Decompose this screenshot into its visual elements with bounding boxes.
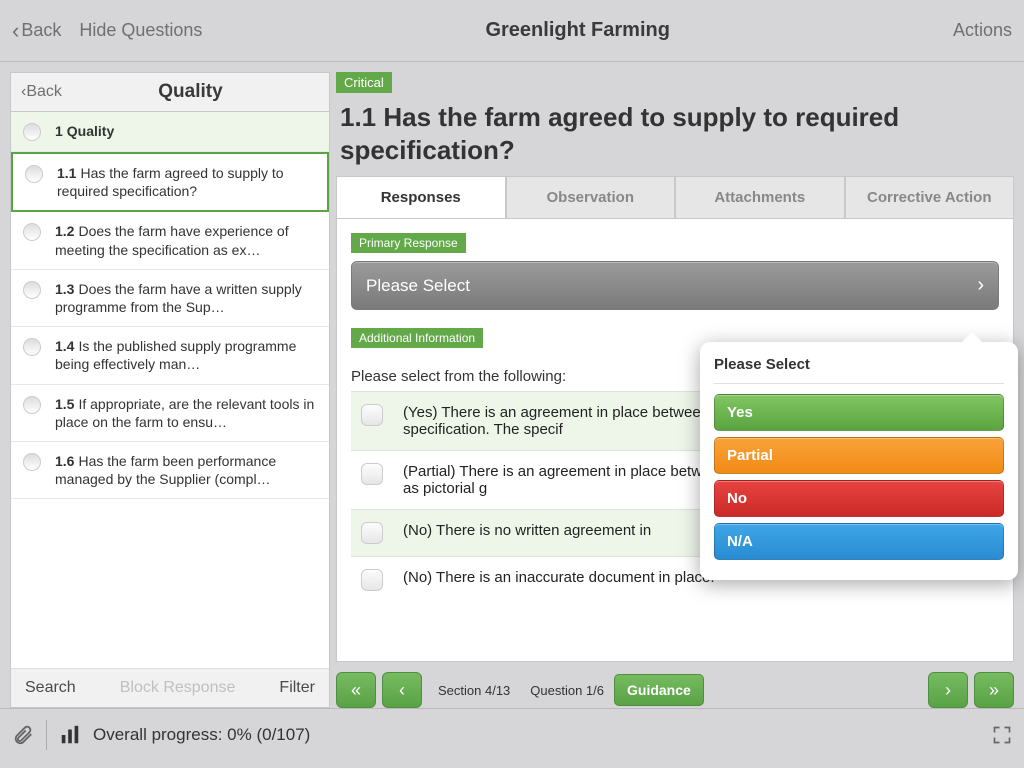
tab-responses[interactable]: Responses (336, 176, 506, 218)
double-chevron-left-icon: « (351, 680, 361, 701)
sidebar-block-button: Block Response (120, 679, 236, 697)
section-indicator: Section 4/13 (438, 683, 510, 698)
sidebar-item-1-3[interactable]: 1.3Does the farm have a written supply p… (11, 270, 329, 327)
popover-no-button[interactable]: No (714, 480, 1004, 517)
sidebar-header: ‹ Back Quality (11, 73, 329, 112)
popover-yes-button[interactable]: Yes (714, 394, 1004, 431)
additional-info-label: Additional Information (351, 328, 483, 348)
chevron-right-icon: › (977, 274, 984, 297)
radio-icon (23, 396, 41, 414)
checkbox-icon[interactable] (361, 522, 383, 544)
content-panel: Critical 1.1 Has the farm agreed to supp… (336, 72, 1014, 708)
chevron-left-icon: ‹ (12, 18, 19, 44)
radio-icon (23, 338, 41, 356)
expand-icon[interactable] (992, 725, 1012, 745)
actions-button[interactable]: Actions (953, 20, 1012, 41)
bottombar: Overall progress: 0% (0/107) (0, 708, 1024, 760)
divider (46, 720, 47, 750)
bottom-nav: « ‹ Section 4/13 Question 1/6 Guidance ›… (336, 662, 1014, 708)
popover-na-button[interactable]: N/A (714, 523, 1004, 560)
last-button[interactable]: » (974, 672, 1014, 708)
back-button[interactable]: ‹ Back (12, 18, 61, 44)
attachment-icon[interactable] (12, 724, 34, 746)
sidebar-footer: Search Block Response Filter (11, 668, 329, 707)
first-button[interactable]: « (336, 672, 376, 708)
critical-badge: Critical (336, 72, 392, 93)
radio-icon (23, 281, 41, 299)
sidebar-back-button[interactable]: ‹ Back (21, 83, 62, 101)
checkbox-icon[interactable] (361, 404, 383, 426)
page-title: Greenlight Farming (202, 19, 953, 42)
primary-response-label: Primary Response (351, 233, 466, 253)
tab-attachments[interactable]: Attachments (675, 176, 845, 218)
sidebar-filter-button[interactable]: Filter (279, 679, 315, 697)
chevron-left-icon: ‹ (399, 680, 405, 701)
tab-corrective-action[interactable]: Corrective Action (845, 176, 1015, 218)
double-chevron-right-icon: » (989, 680, 999, 701)
sidebar-item-1-4[interactable]: 1.4Is the published supply programme bei… (11, 327, 329, 384)
hide-questions-button[interactable]: Hide Questions (79, 20, 202, 41)
chart-icon[interactable] (59, 724, 81, 746)
prev-button[interactable]: ‹ (382, 672, 422, 708)
primary-response-select[interactable]: Please Select › (351, 261, 999, 310)
sidebar-item-1-6[interactable]: 1.6Has the farm been performance managed… (11, 442, 329, 499)
checkbox-icon[interactable] (361, 463, 383, 485)
chevron-right-icon: › (945, 680, 951, 701)
progress-text: Overall progress: 0% (0/107) (93, 725, 310, 745)
topbar: ‹ Back Hide Questions Greenlight Farming… (0, 0, 1024, 62)
sidebar-item-1-5[interactable]: 1.5If appropriate, are the relevant tool… (11, 385, 329, 442)
sidebar-back-label: Back (26, 83, 62, 101)
sidebar-title: Quality (62, 81, 319, 103)
guidance-button[interactable]: Guidance (614, 674, 704, 706)
question-indicator: Question 1/6 (530, 683, 604, 698)
sidebar-section[interactable]: 1Quality (11, 112, 329, 152)
sidebar-item-1-2[interactable]: 1.2Does the farm have experience of meet… (11, 212, 329, 269)
next-button[interactable]: › (928, 672, 968, 708)
sidebar-item-1-1[interactable]: 1.1Has the farm agreed to supply to requ… (11, 152, 329, 212)
radio-icon (23, 123, 41, 141)
select-prompt: Please Select (366, 276, 470, 296)
response-popover: Please Select Yes Partial No N/A (700, 342, 1018, 580)
popover-partial-button[interactable]: Partial (714, 437, 1004, 474)
sidebar: ‹ Back Quality 1Quality 1.1Has the farm … (10, 72, 330, 708)
sidebar-search-button[interactable]: Search (25, 679, 76, 697)
checkbox-icon[interactable] (361, 569, 383, 591)
popover-title: Please Select (714, 356, 1004, 384)
tab-observation[interactable]: Observation (506, 176, 676, 218)
radio-icon (23, 223, 41, 241)
radio-icon (23, 453, 41, 471)
tabs: Responses Observation Attachments Correc… (336, 176, 1014, 218)
back-label: Back (21, 20, 61, 41)
sidebar-list[interactable]: 1Quality 1.1Has the farm agreed to suppl… (11, 112, 329, 668)
question-title: 1.1 Has the farm agreed to supply to req… (340, 101, 1010, 166)
radio-icon (25, 165, 43, 183)
